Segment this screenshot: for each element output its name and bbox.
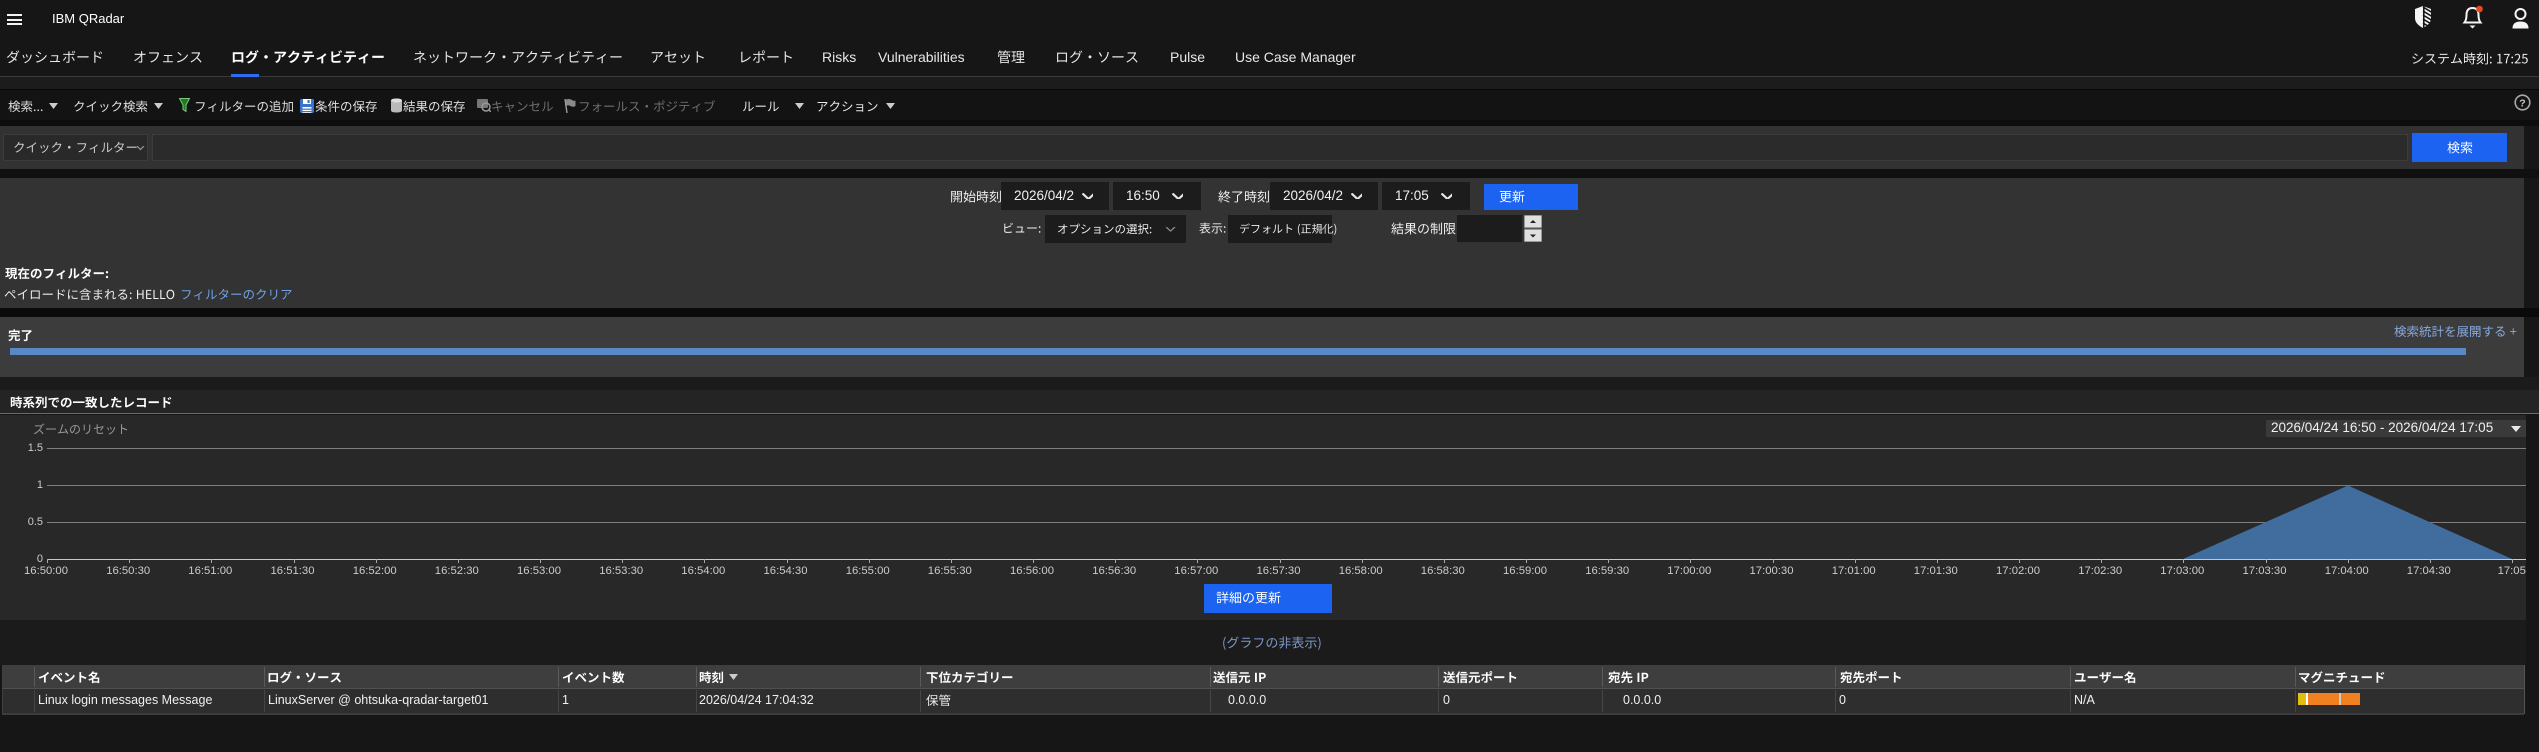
svg-text:?: ? xyxy=(2519,97,2525,109)
